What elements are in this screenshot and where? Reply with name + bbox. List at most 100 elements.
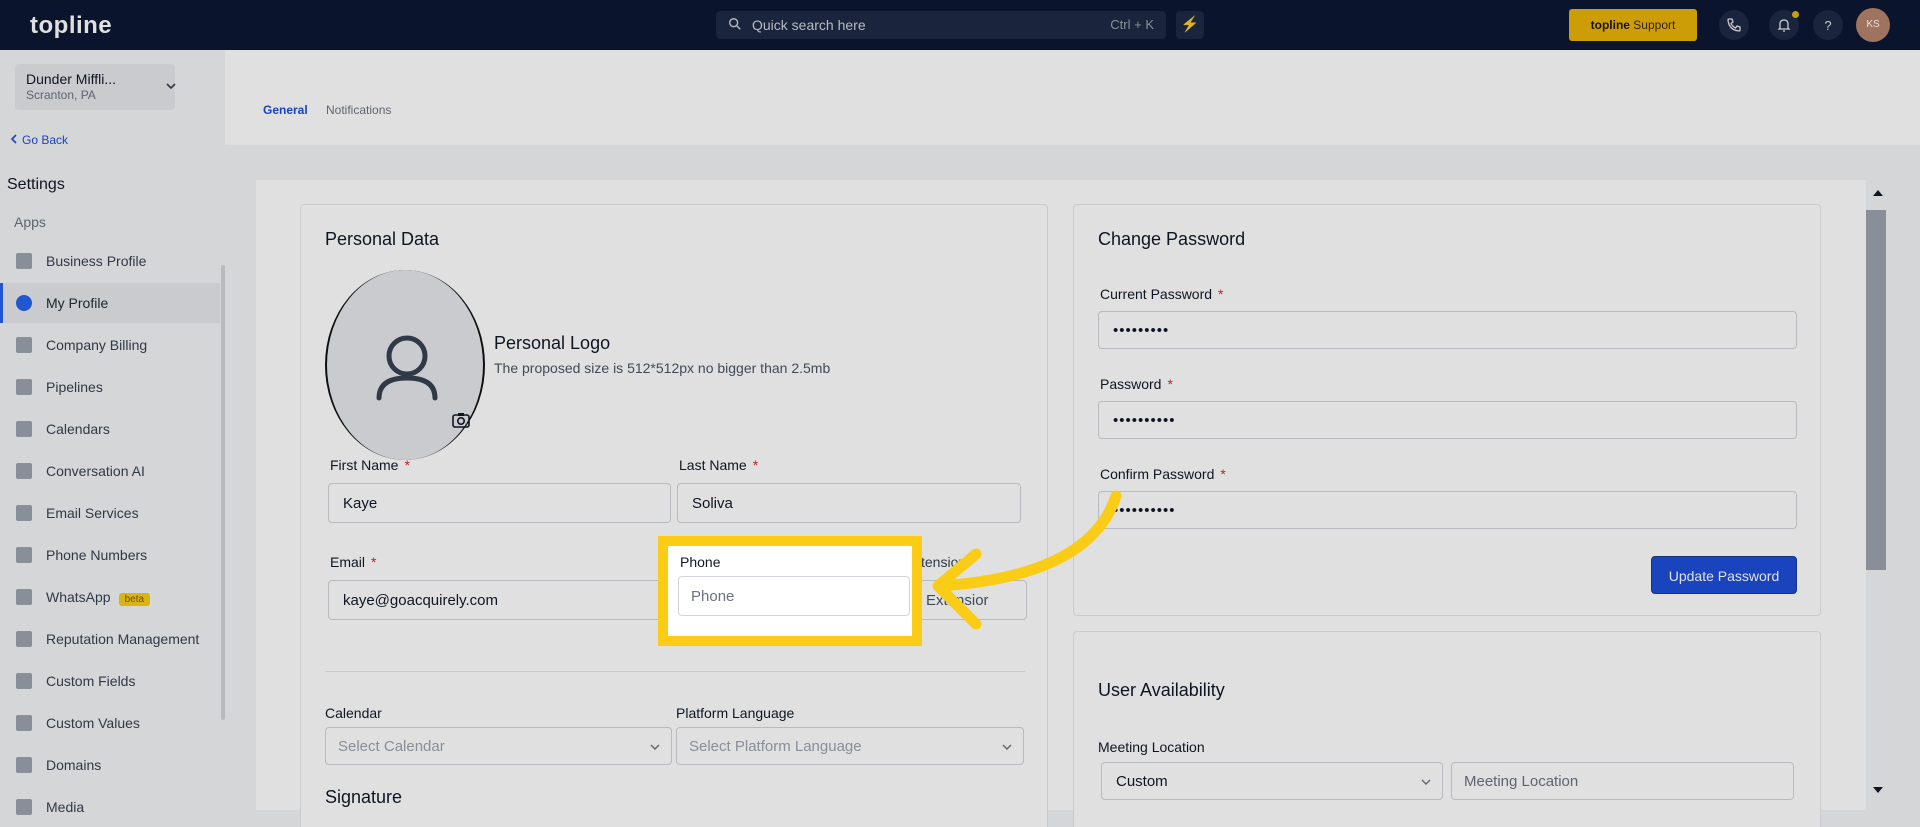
sidebar-item-label: Custom Fields <box>46 673 136 689</box>
search-placeholder: Quick search here <box>752 17 866 33</box>
sidebar-item-business-profile[interactable]: Business Profile <box>0 241 220 281</box>
user-avatar[interactable]: KS <box>1856 8 1890 42</box>
calendar-select[interactable]: Select Calendar <box>325 727 672 765</box>
first-name-label: First Name * <box>330 457 410 473</box>
sidebar-item-pipelines[interactable]: Pipelines <box>0 367 220 407</box>
annotation-arrow-icon <box>932 490 1122 630</box>
calendar-icon <box>16 421 32 437</box>
sidebar-item-label: Pipelines <box>46 379 103 395</box>
platform-language-label: Platform Language <box>676 705 795 721</box>
sidebar-item-label: Calendars <box>46 421 110 437</box>
password-input[interactable]: •••••••••• <box>1098 401 1797 439</box>
password-label: Password * <box>1100 376 1173 392</box>
tab-general[interactable]: General <box>263 103 308 117</box>
location-name: Dunder Miffli... <box>26 71 116 87</box>
phone-input[interactable]: Phone <box>678 576 910 616</box>
location-switcher[interactable]: Dunder Miffli... Scranton, PA <box>15 64 176 110</box>
platform-language-placeholder: Select Platform Language <box>689 738 862 755</box>
app-logo[interactable]: topline <box>30 12 112 40</box>
required-mark: * <box>1220 466 1226 482</box>
help-icon: ? <box>1824 18 1831 33</box>
required-mark: * <box>404 457 410 473</box>
password-label-text: Password <box>1100 376 1162 392</box>
user-placeholder-icon <box>376 335 438 401</box>
meeting-location-input[interactable]: Meeting Location <box>1451 762 1794 800</box>
first-name-label-text: First Name <box>330 457 399 473</box>
go-back-link[interactable]: Go Back <box>10 133 68 147</box>
sidebar-item-label: Phone Numbers <box>46 547 148 563</box>
settings-tabs: General Notifications <box>247 80 1889 140</box>
settings-heading: Settings <box>7 176 65 193</box>
current-password-label: Current Password * <box>1100 286 1224 302</box>
content-scrollbar[interactable] <box>1866 180 1890 810</box>
sidebar-item-label: Custom Values <box>46 715 140 731</box>
email-input[interactable]: kaye@goacquirely.com <box>328 580 678 620</box>
server-icon <box>16 757 32 773</box>
last-name-label: Last Name * <box>679 457 758 473</box>
sidebar-item-company-billing[interactable]: Company Billing <box>0 325 220 365</box>
sidebar-item-email-services[interactable]: Email Services <box>0 493 220 533</box>
mail-icon <box>16 505 32 521</box>
quick-search[interactable]: Quick search here Ctrl + K <box>716 11 1166 39</box>
grid-icon <box>16 337 32 353</box>
update-password-button[interactable]: Update Password <box>1651 556 1797 594</box>
whatsapp-icon <box>16 589 32 605</box>
sidebar-item-phone-numbers[interactable]: Phone Numbers <box>0 535 220 575</box>
meeting-location-label: Meeting Location <box>1098 739 1205 755</box>
email-label: Email * <box>330 554 376 570</box>
phone-icon <box>1727 18 1741 32</box>
pie-icon <box>16 715 32 731</box>
user-icon <box>16 295 32 311</box>
scroll-down-icon[interactable] <box>1872 785 1884 795</box>
first-name-value: Kaye <box>343 495 378 512</box>
sidebar-item-reputation-management[interactable]: Reputation Management <box>0 619 220 659</box>
profile-avatar[interactable] <box>325 270 485 460</box>
sidebar-item-label: Reputation Management <box>46 631 200 647</box>
phone-highlight: Phone Phone <box>658 536 922 646</box>
confirm-password-label: Confirm Password * <box>1100 466 1226 482</box>
chevron-down-icon <box>1002 744 1012 750</box>
filter-icon <box>16 379 32 395</box>
lightning-icon[interactable]: ⚡ <box>1176 11 1204 39</box>
password-value: •••••••••• <box>1113 412 1176 429</box>
sidebar-item-label: Company Billing <box>46 337 148 353</box>
phone-call-button[interactable] <box>1719 10 1749 40</box>
change-password-title: Change Password <box>1098 229 1246 249</box>
sidebar-item-my-profile[interactable]: My Profile <box>0 283 220 323</box>
phone-icon <box>16 547 32 563</box>
meeting-type-select[interactable]: Custom <box>1101 762 1443 800</box>
sidebar-item-label: Conversation AI <box>46 463 145 479</box>
confirm-password-input[interactable]: •••••••••• <box>1098 491 1797 529</box>
support-brand: topline <box>1590 18 1630 32</box>
first-name-input[interactable]: Kaye <box>328 483 671 523</box>
search-shortcut: Ctrl + K <box>1110 17 1154 32</box>
chevron-down-icon <box>1421 779 1431 785</box>
sidebar-item-label: Business Profile <box>46 253 147 269</box>
sidebar-item-custom-fields[interactable]: Custom Fields <box>0 661 220 701</box>
svg-text:?: ? <box>1824 18 1831 33</box>
phone-label: Phone <box>680 554 721 570</box>
signature-label: Signature <box>325 787 403 807</box>
calendar-placeholder: Select Calendar <box>338 738 445 755</box>
phone-placeholder: Phone <box>691 588 735 605</box>
help-button[interactable]: ? <box>1813 10 1843 40</box>
sidebar-item-media[interactable]: Media <box>0 787 220 827</box>
last-name-label-text: Last Name <box>679 457 747 473</box>
tab-notifications[interactable]: Notifications <box>326 103 391 117</box>
scroll-thumb[interactable] <box>1866 210 1886 570</box>
platform-language-select[interactable]: Select Platform Language <box>676 727 1024 765</box>
briefcase-icon <box>16 253 32 269</box>
sidebar-item-conversation-ai[interactable]: Conversation AI <box>0 451 220 491</box>
sidebar-item-calendars[interactable]: Calendars <box>0 409 220 449</box>
camera-icon[interactable] <box>451 411 471 429</box>
sidebar-item-custom-values[interactable]: Custom Values <box>0 703 220 743</box>
support-label: Support <box>1629 18 1676 32</box>
last-name-value: Soliva <box>692 495 733 512</box>
current-password-input[interactable]: ••••••••• <box>1098 311 1797 349</box>
sidebar-item-domains[interactable]: Domains <box>0 745 220 785</box>
support-button[interactable]: topline Support <box>1569 9 1697 41</box>
email-label-text: Email <box>330 554 366 570</box>
scroll-up-icon[interactable] <box>1872 188 1884 198</box>
sidebar-item-whatsapp[interactable]: WhatsApp beta <box>0 577 220 617</box>
location-city: Scranton, PA <box>26 88 96 102</box>
